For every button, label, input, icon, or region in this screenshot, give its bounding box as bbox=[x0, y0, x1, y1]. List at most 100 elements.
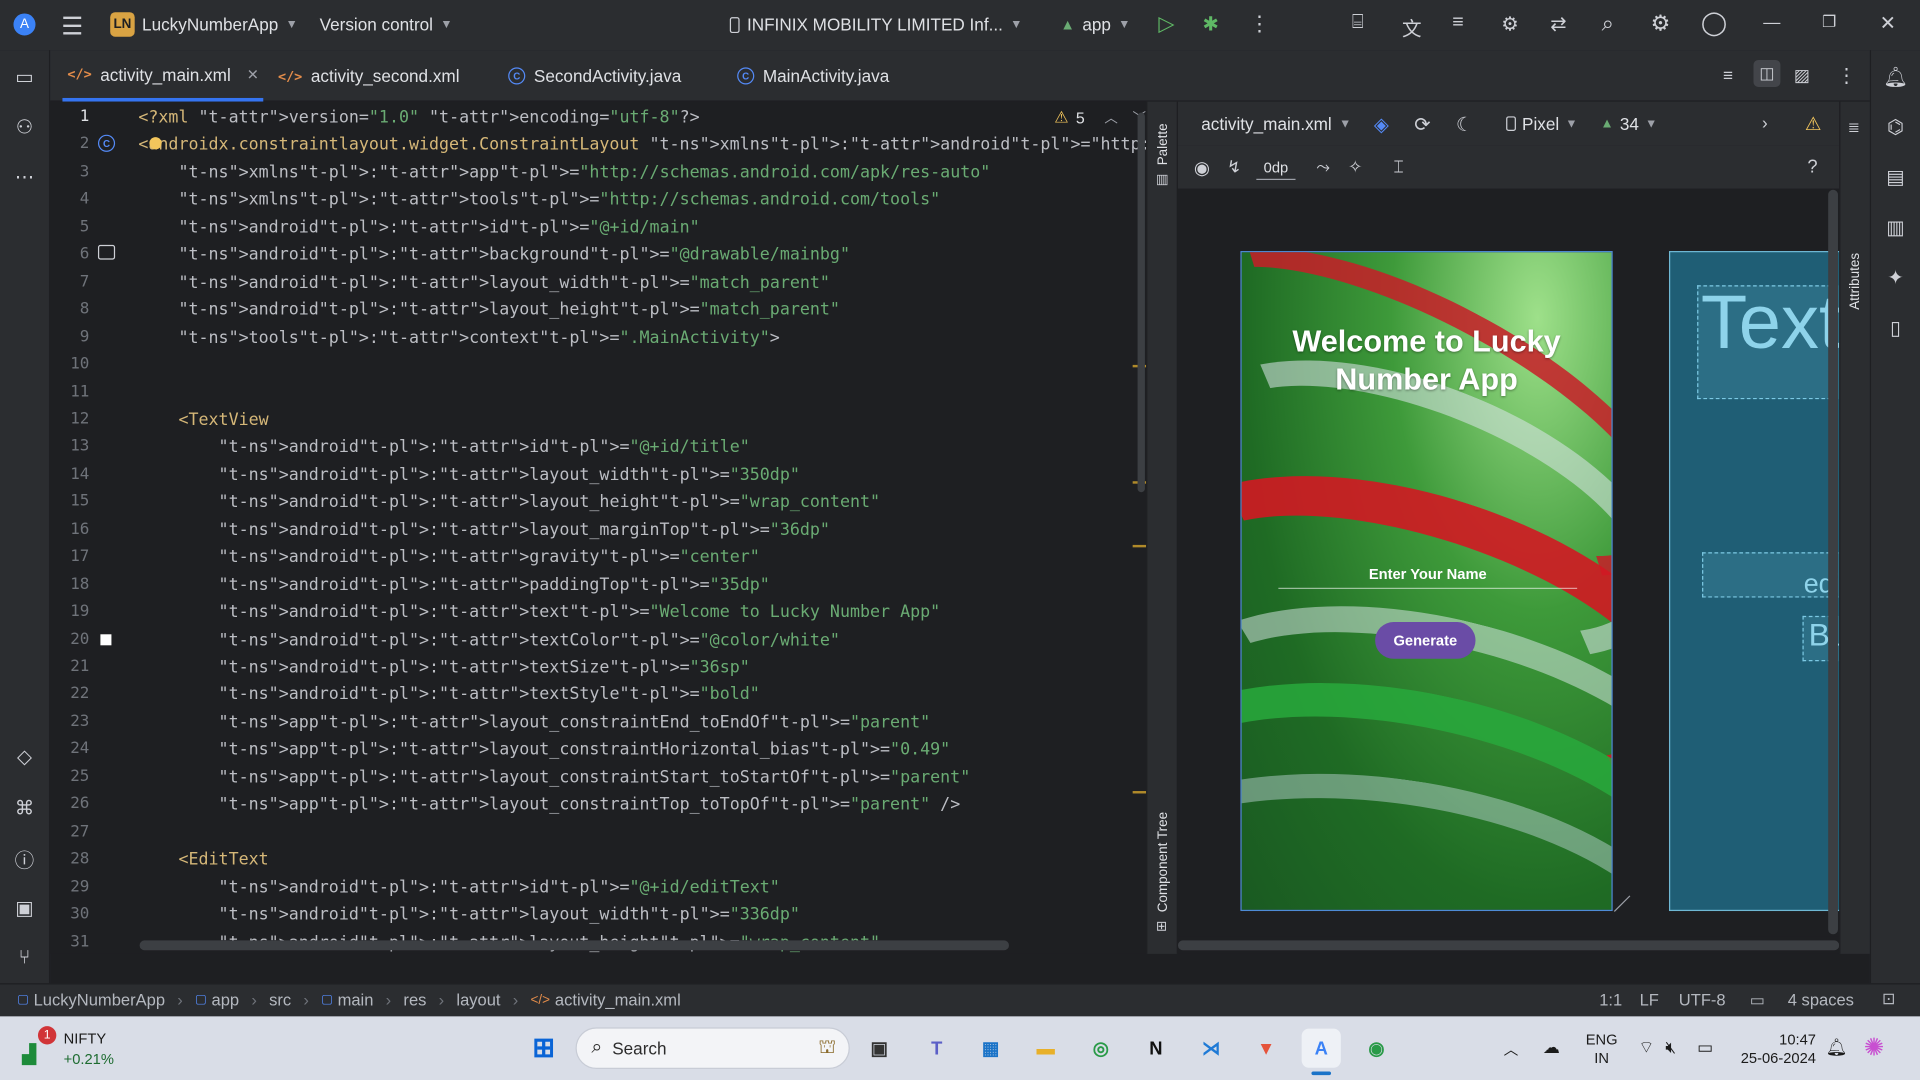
lock-icon[interactable]: ⊡ bbox=[1882, 989, 1895, 1009]
tab-main-activity-java[interactable]: C MainActivity.java bbox=[737, 50, 889, 101]
tab-options-icon[interactable]: ⋮ bbox=[1837, 64, 1857, 88]
code-editor[interactable]: 1 2 3 4 5 6 7 8 9 10 11 12 13 14 15 16 17 18 19 20 21 22 23 24 2… bbox=[50, 101, 1147, 954]
running-devices-icon[interactable]: ▥ bbox=[1881, 213, 1910, 242]
split-view-icon[interactable]: ◫ bbox=[1753, 60, 1781, 87]
indent-setting[interactable]: 4 spaces bbox=[1788, 991, 1854, 1009]
clear-constraints-icon[interactable]: ⤳ bbox=[1316, 157, 1330, 178]
gemini-icon[interactable]: ◇ bbox=[10, 742, 39, 771]
file-encoding[interactable]: UTF-8 bbox=[1679, 991, 1726, 1009]
orientation-icon[interactable]: ⟳ bbox=[1414, 113, 1430, 137]
project-selector[interactable]: LN LuckyNumberApp ▼ bbox=[110, 12, 298, 37]
warning-icon[interactable]: ⚠ bbox=[1805, 113, 1821, 135]
run-config-selector[interactable]: ▲ app ▼ bbox=[1060, 15, 1130, 35]
copilot-icon[interactable]: ✺ bbox=[1864, 1032, 1885, 1063]
volume-muted-icon[interactable]: 🔇︎ bbox=[1665, 1037, 1676, 1058]
breadcrumb-item[interactable]: </> activity_main.xml bbox=[531, 991, 681, 1009]
breadcrumb-item[interactable]: ▢ app bbox=[195, 991, 239, 1009]
device-preview-selector[interactable]: Pixel ▼ bbox=[1506, 114, 1577, 133]
guidelines-icon[interactable]: ⌶ bbox=[1393, 157, 1403, 178]
git-icon[interactable]: ⑂ bbox=[10, 944, 39, 973]
inspection-widget[interactable]: ⚠ 5 ︿ ﹀ bbox=[1054, 108, 1146, 128]
chrome-icon[interactable]: ◎ bbox=[1081, 1029, 1120, 1068]
settings-icon[interactable]: ⚙ bbox=[1651, 11, 1671, 37]
api-level-selector[interactable]: ▲ 34 ▼ bbox=[1600, 114, 1657, 134]
tab-activity-main[interactable]: </> activity_main.xml ✕ bbox=[62, 50, 264, 102]
sync-icon[interactable]: ≡ bbox=[1452, 12, 1463, 34]
help-icon[interactable]: ? bbox=[1807, 157, 1817, 178]
code-view-icon[interactable]: ≡ bbox=[1723, 65, 1733, 85]
show-hidden-icons-icon[interactable]: ︿ bbox=[1504, 1038, 1519, 1059]
gemini-sparkle-icon[interactable]: ✦ bbox=[1881, 263, 1910, 292]
problems-icon[interactable]: ⓘ bbox=[10, 844, 39, 873]
preview-generate-button[interactable]: Generate bbox=[1375, 622, 1476, 659]
close-icon[interactable]: ✕ bbox=[1880, 11, 1896, 35]
device-selector[interactable]: INFINIX MOBILITY LIMITED Inf... ▼ bbox=[729, 15, 1022, 34]
preview-title-text[interactable]: Welcome to Lucky Number App bbox=[1242, 323, 1612, 399]
account-icon[interactable]: ◯ bbox=[1701, 10, 1727, 38]
blueprint-edittext[interactable]: edi bbox=[1702, 552, 1840, 599]
store-icon[interactable]: ▦ bbox=[971, 1029, 1010, 1068]
device-file-icon[interactable]: ▤ bbox=[1881, 163, 1910, 192]
android-studio-icon[interactable]: A bbox=[1301, 1028, 1341, 1068]
breadcrumb-item[interactable]: ▢ main bbox=[321, 991, 373, 1009]
layout-file-selector[interactable]: activity_main.xml ▼ bbox=[1201, 114, 1351, 134]
memory-indicator-icon[interactable]: ▭ bbox=[1750, 991, 1765, 1011]
breadcrumb-item[interactable]: ▢ LuckyNumberApp bbox=[17, 991, 165, 1009]
resource-manager-icon[interactable]: ⚇ bbox=[10, 113, 39, 142]
default-margin-field[interactable]: 0dp bbox=[1256, 156, 1296, 181]
vscode-icon[interactable]: ⋊ bbox=[1191, 1029, 1230, 1068]
terminal-icon[interactable]: ▣ bbox=[10, 894, 39, 923]
device-manager-icon[interactable]: ⌸ bbox=[1352, 12, 1364, 34]
windows-start-icon[interactable]: ⊞ bbox=[524, 1029, 563, 1068]
palette-tab[interactable]: Palette bbox=[1156, 123, 1171, 165]
activity-gutter-icon[interactable]: C bbox=[97, 134, 116, 152]
task-view-icon[interactable]: ▣ bbox=[860, 1029, 899, 1068]
breadcrumb-item[interactable]: src bbox=[269, 991, 291, 1009]
close-tab-icon[interactable]: ✕ bbox=[247, 66, 259, 83]
intention-bulb-icon[interactable] bbox=[149, 137, 162, 150]
editor-horizontal-scrollbar[interactable] bbox=[139, 940, 1009, 951]
clock[interactable]: 10:47 25-06-2024 bbox=[1738, 1031, 1816, 1068]
run-icon[interactable]: ▷ bbox=[1158, 12, 1174, 36]
notifications-bell-icon[interactable]: 🔔︎ bbox=[1826, 1037, 1848, 1058]
more-actions-icon[interactable]: ⋮ bbox=[1249, 12, 1270, 36]
design-vertical-scrollbar[interactable] bbox=[1828, 189, 1838, 935]
design-horizontal-scrollbar[interactable] bbox=[1177, 940, 1840, 951]
infer-constraints-icon[interactable]: ✧ bbox=[1348, 157, 1362, 178]
file-explorer-icon[interactable]: ▬ bbox=[1026, 1029, 1065, 1068]
battery-icon[interactable]: ▭ bbox=[1697, 1037, 1713, 1058]
view-options-icon[interactable]: ◉ bbox=[1194, 157, 1210, 179]
component-tree-tab[interactable]: Component Tree bbox=[1156, 812, 1171, 912]
design-blueprint[interactable]: Text edi Bu bbox=[1668, 251, 1841, 912]
app-quality-icon[interactable]: ⌘ bbox=[10, 793, 39, 822]
debug-icon[interactable]: ✱ bbox=[1202, 12, 1218, 36]
previous-highlight-icon[interactable]: ︿ bbox=[1104, 108, 1117, 128]
translate-icon[interactable]: 文 bbox=[1402, 12, 1422, 41]
gradle-sync-icon[interactable]: ⇄ bbox=[1550, 12, 1566, 36]
preview-name-input[interactable]: Enter Your Name bbox=[1278, 566, 1577, 583]
breadcrumb-item[interactable]: res bbox=[403, 991, 426, 1009]
autoconnect-icon[interactable]: ↯ bbox=[1227, 157, 1241, 178]
chrome-profile-icon[interactable]: ◉ bbox=[1357, 1029, 1396, 1068]
design-preview-phone[interactable]: Welcome to Lucky Number App Enter Your N… bbox=[1240, 251, 1613, 912]
project-folder-icon[interactable]: ▭ bbox=[10, 62, 39, 91]
wifi-icon[interactable]: ⌔ bbox=[1638, 1037, 1654, 1059]
notion-icon[interactable]: N bbox=[1136, 1029, 1175, 1068]
gradle-icon[interactable]: ⌬ bbox=[1881, 113, 1910, 142]
design-view-icon[interactable]: ▨ bbox=[1794, 65, 1810, 86]
language-indicator[interactable]: ENG IN bbox=[1586, 1031, 1618, 1068]
device-mirror-icon[interactable]: ▯ bbox=[1881, 313, 1910, 342]
minimize-icon[interactable]: — bbox=[1763, 12, 1780, 32]
notifications-icon[interactable]: 🔔︎ bbox=[1881, 62, 1910, 91]
attributes-tab[interactable]: Attributes bbox=[1848, 253, 1863, 310]
taskbar-search[interactable]: ⌕ Search ⛫ bbox=[575, 1027, 850, 1069]
caret-position[interactable]: 1:1 bbox=[1599, 991, 1622, 1009]
tab-activity-second[interactable]: </> activity_second.xml bbox=[278, 50, 460, 101]
restore-icon[interactable]: ❐ bbox=[1822, 12, 1836, 32]
sdk-manager-icon[interactable]: ⚙ bbox=[1501, 12, 1519, 36]
blueprint-textview[interactable]: Text bbox=[1697, 285, 1840, 400]
brave-icon[interactable]: ▼ bbox=[1247, 1029, 1286, 1068]
onedrive-icon[interactable]: ☁ bbox=[1543, 1037, 1560, 1058]
search-icon[interactable]: ⌕ bbox=[1602, 11, 1614, 37]
more-tools-icon[interactable]: ⋯ bbox=[10, 163, 39, 192]
